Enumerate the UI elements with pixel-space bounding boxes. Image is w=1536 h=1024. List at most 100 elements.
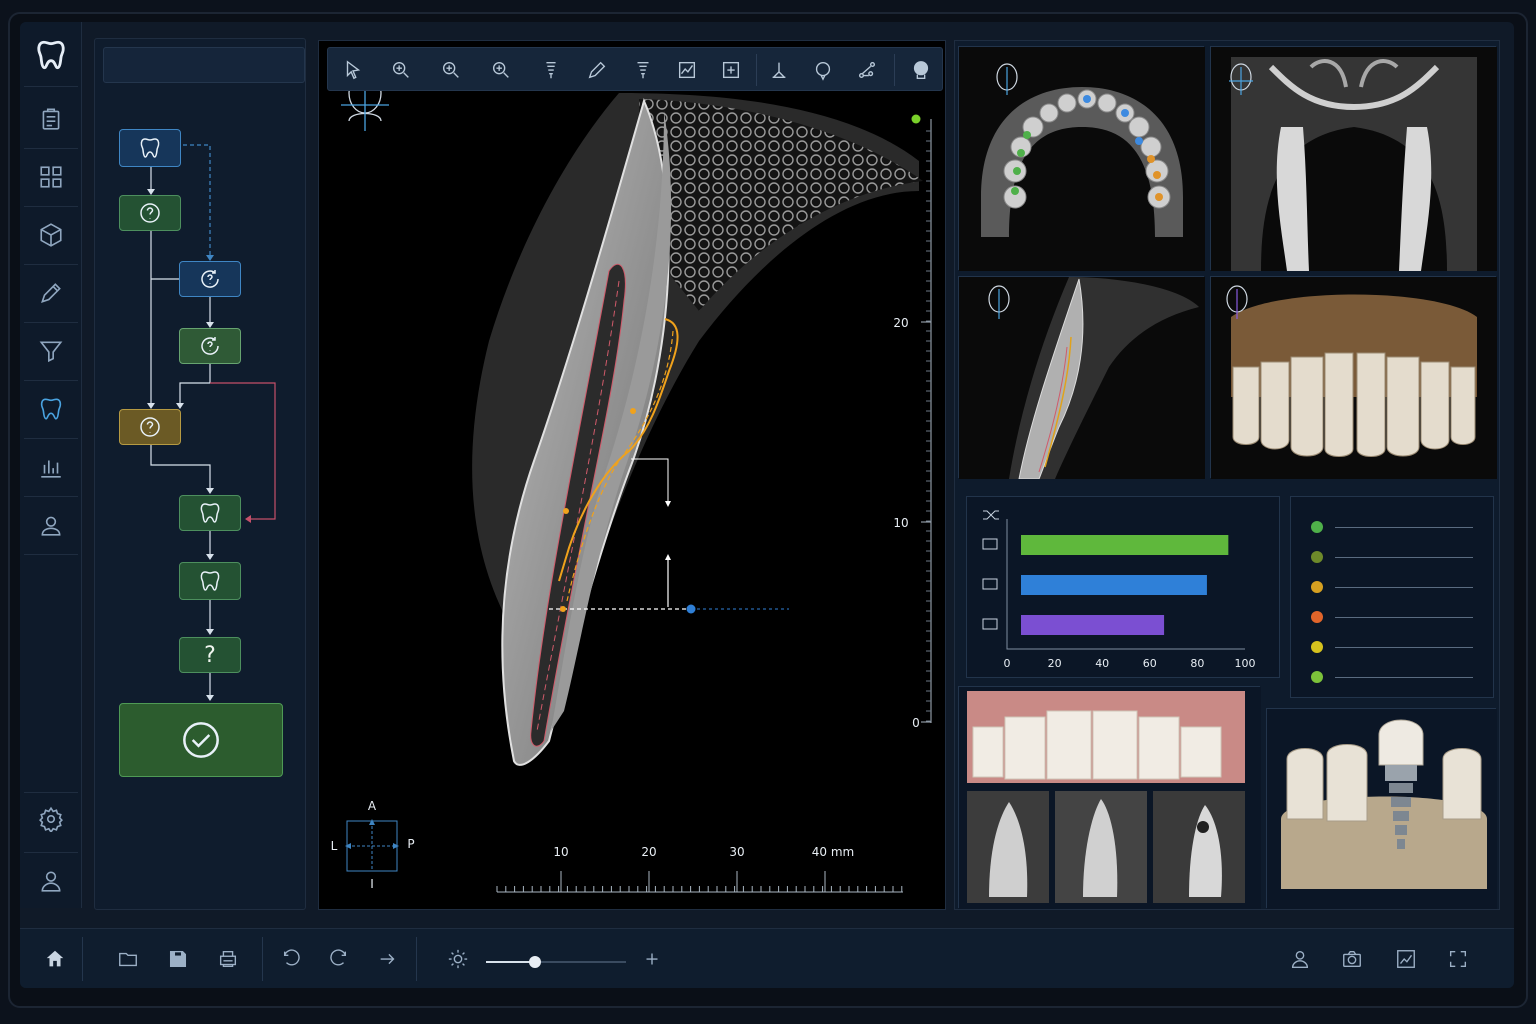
horizontal-scale-tick: 30	[729, 845, 744, 859]
divider	[262, 937, 263, 981]
chart-tick-label: 60	[1143, 657, 1157, 670]
workflow-node-verify[interactable]	[179, 328, 241, 364]
bottom-toolbar	[20, 928, 1514, 988]
workflow-node-tooth[interactable]	[179, 495, 241, 531]
workflow-node-decision[interactable]	[119, 195, 181, 231]
tooth-outline-icon	[200, 571, 220, 591]
workflow-node-review[interactable]	[179, 261, 241, 297]
divider	[416, 937, 417, 981]
axial-arch-view[interactable]	[958, 46, 1205, 271]
brightness-slider-fill	[486, 961, 535, 963]
export-image-icon[interactable]	[1388, 941, 1424, 977]
cube-icon[interactable]	[28, 212, 74, 258]
plus-icon[interactable]	[634, 941, 670, 977]
vertical-scale-tick: 20	[893, 316, 908, 330]
workflow-node-scan[interactable]	[119, 129, 181, 167]
brightness-slider-handle[interactable]	[529, 956, 541, 968]
divider	[24, 852, 78, 853]
implant-alt-icon[interactable]	[628, 55, 658, 85]
shuffle-icon[interactable]	[983, 510, 999, 520]
forward-icon[interactable]	[370, 941, 406, 977]
divider	[24, 86, 78, 87]
bar-chart-icon[interactable]	[28, 444, 74, 490]
legend-dot	[1311, 521, 1323, 533]
zoom-in-icon[interactable]	[386, 55, 416, 85]
tooth-logo-icon[interactable]	[28, 32, 74, 78]
question-mark-label: ?	[204, 642, 216, 668]
orientation-posterior: P	[407, 837, 414, 851]
funnel-icon[interactable]	[28, 328, 74, 374]
nodes-icon[interactable]	[852, 55, 882, 85]
implant-model-view[interactable]	[1266, 708, 1497, 909]
rotate-question-icon	[201, 337, 219, 355]
divider	[24, 322, 78, 323]
gear-icon[interactable]	[28, 796, 74, 842]
app-window: ? 20 10 0 10 20 30 40 mm A L P I 0 20 40…	[20, 22, 1514, 988]
chart-tick-label: 100	[1235, 657, 1256, 670]
sagittal-thumbnail-view[interactable]	[958, 276, 1205, 480]
legend-dot	[1311, 671, 1323, 683]
legend-entry-line	[1335, 527, 1473, 528]
user-card-icon[interactable]	[28, 502, 74, 548]
camera-icon[interactable]	[1334, 941, 1370, 977]
sphere-icon[interactable]	[808, 55, 838, 85]
divider	[24, 206, 78, 207]
tripod-icon[interactable]	[764, 55, 794, 85]
workflow-node-complete[interactable]	[119, 703, 283, 777]
implant-icon[interactable]	[536, 55, 566, 85]
ruler-top-marker	[911, 114, 921, 124]
workflow-node-question[interactable]: ?	[179, 637, 241, 673]
fullscreen-icon[interactable]	[1440, 941, 1476, 977]
3d-render-view[interactable]	[1210, 276, 1497, 479]
clinical-images-panel	[958, 686, 1261, 909]
home-icon[interactable]	[35, 941, 75, 977]
measure-box-icon[interactable]	[716, 55, 746, 85]
user-icon[interactable]	[1282, 941, 1318, 977]
redo-icon[interactable]	[320, 941, 356, 977]
legend-dot	[1311, 581, 1323, 593]
pen-icon[interactable]	[28, 270, 74, 316]
horizontal-scale-tick: 40 mm	[812, 845, 854, 859]
pencil-icon[interactable]	[582, 55, 612, 85]
folder-icon[interactable]	[110, 941, 146, 977]
bar-chart: 0 20 40 60 80 100	[982, 510, 1256, 670]
undo-icon[interactable]	[274, 941, 310, 977]
divider	[756, 54, 757, 86]
zoom-alt-icon[interactable]	[486, 55, 516, 85]
chart-bar[interactable]	[1021, 615, 1165, 635]
divider	[24, 438, 78, 439]
horizontal-scale-tick: 10	[553, 845, 568, 859]
crop-icon[interactable]	[672, 55, 702, 85]
tooth-icon[interactable]	[28, 386, 74, 432]
brightness-icon[interactable]	[440, 941, 476, 977]
tooth-icon	[140, 138, 160, 158]
save-icon[interactable]	[160, 941, 196, 977]
orientation-widget[interactable]: A L P I	[331, 799, 415, 891]
horizontal-scale-tick: 20	[641, 845, 656, 859]
divider	[24, 380, 78, 381]
head-icon[interactable]	[906, 55, 936, 85]
grid-icon[interactable]	[28, 154, 74, 200]
user-icon[interactable]	[28, 858, 74, 904]
workflow-node-check[interactable]	[119, 409, 181, 445]
divider	[24, 148, 78, 149]
vertical-scale-tick: 0	[912, 716, 920, 730]
category-icon	[982, 618, 998, 630]
legend-entry-line	[1335, 647, 1473, 648]
icon-sidebar	[20, 22, 82, 908]
workflow-node-tooth-outline[interactable]	[179, 562, 241, 600]
bar-chart-panel: 0 20 40 60 80 100	[966, 496, 1280, 678]
print-icon[interactable]	[210, 941, 246, 977]
pointer-icon[interactable]	[338, 55, 368, 85]
vertical-scale-tick: 10	[893, 516, 908, 530]
chart-tick-label: 80	[1190, 657, 1204, 670]
cbct-main-view[interactable]: 20 10 0 10 20 30 40 mm A L P I	[318, 40, 946, 910]
chart-bar[interactable]	[1021, 535, 1229, 555]
orientation-anterior: A	[368, 799, 377, 813]
clipboard-icon[interactable]	[28, 96, 74, 142]
zoom-icon[interactable]	[436, 55, 466, 85]
chart-bar[interactable]	[1021, 575, 1207, 595]
coronal-view[interactable]	[1210, 46, 1497, 271]
brightness-slider-track[interactable]	[486, 956, 626, 968]
view-toolbar	[327, 47, 943, 91]
